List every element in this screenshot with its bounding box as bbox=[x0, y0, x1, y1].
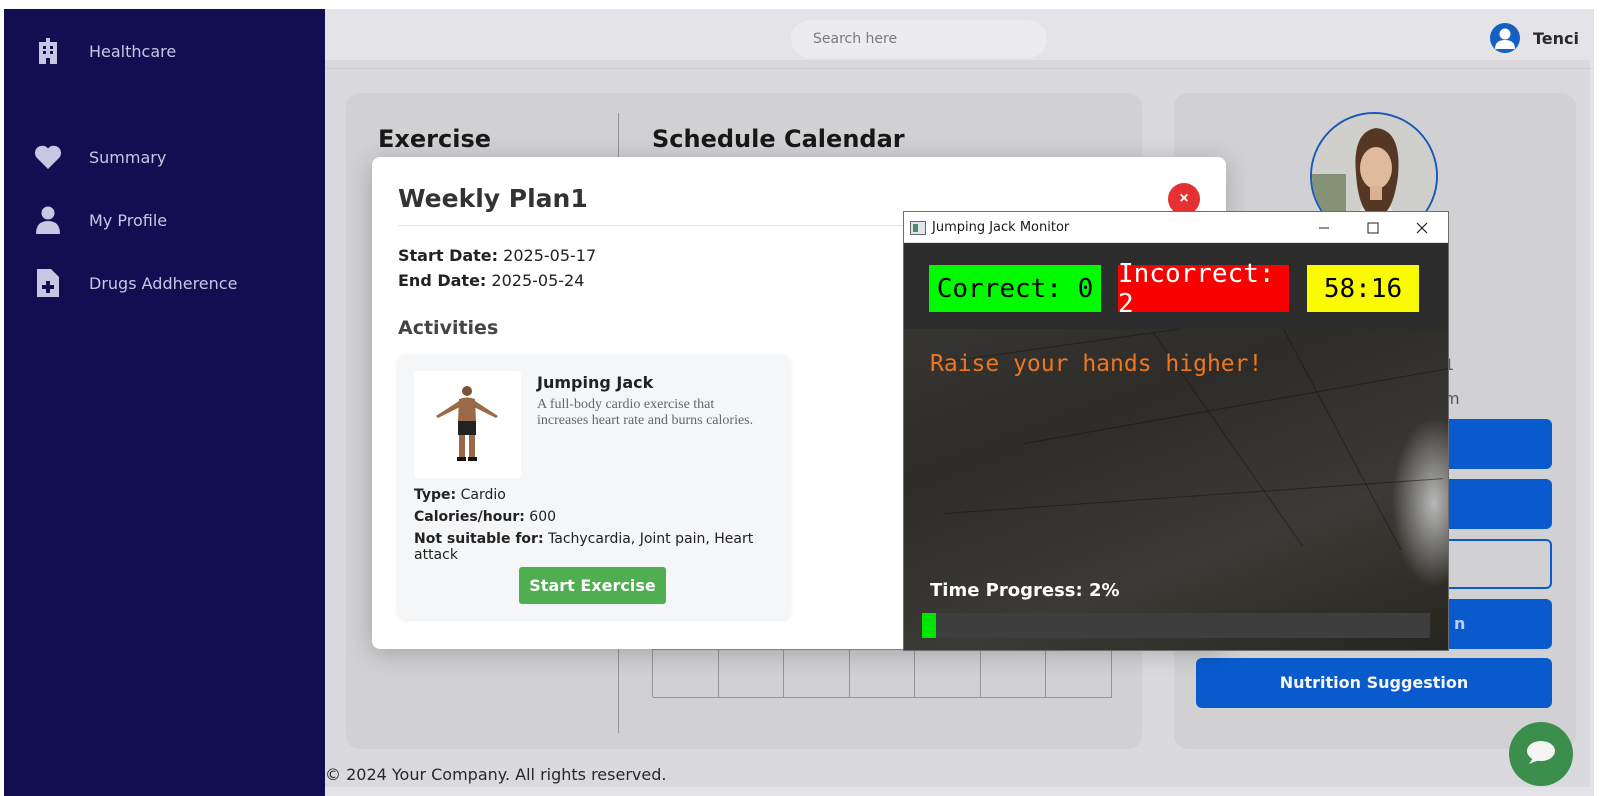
end-date-label: End Date: bbox=[398, 271, 487, 290]
window-title: Jumping Jack Monitor bbox=[932, 220, 1070, 235]
countdown-timer: 58:16 bbox=[1307, 265, 1419, 312]
time-progress-bar bbox=[922, 613, 1430, 638]
activity-calories-row: Calories/hour: 600 bbox=[414, 509, 556, 525]
jumping-jack-monitor-window: Jumping Jack Monitor Correct: 0 Incorrec… bbox=[903, 211, 1449, 651]
end-date-row: End Date: 2025-05-24 bbox=[398, 271, 584, 290]
start-date-value: 2025-05-17 bbox=[503, 246, 597, 265]
start-exercise-button[interactable]: Start Exercise bbox=[519, 567, 666, 604]
calories-value: 600 bbox=[529, 509, 557, 525]
user-icon bbox=[32, 204, 64, 236]
exercise-image bbox=[414, 371, 521, 478]
activity-description: A full-body cardio exercise that increas… bbox=[537, 397, 754, 428]
brand-label: Healthcare bbox=[89, 41, 177, 61]
type-label: Type: bbox=[414, 487, 457, 503]
maximize-icon[interactable] bbox=[1349, 212, 1397, 243]
sidebar-item-drugs-addherence[interactable]: Drugs Addherence bbox=[4, 261, 325, 305]
sidebar-item-label: Drugs Addherence bbox=[89, 273, 238, 293]
end-date-value: 2025-05-24 bbox=[491, 271, 585, 290]
activity-type-row: Type: Cardio bbox=[414, 487, 506, 503]
minimize-icon[interactable] bbox=[1300, 212, 1348, 243]
close-icon[interactable] bbox=[1398, 212, 1446, 243]
feedback-message: Raise your hands higher! bbox=[930, 351, 1263, 377]
sidebar-item-summary[interactable]: Summary bbox=[4, 135, 325, 179]
modal-title: Weekly Plan1 bbox=[398, 184, 588, 213]
type-value: Cardio bbox=[460, 487, 506, 503]
sidebar-brand[interactable]: Healthcare bbox=[4, 29, 325, 73]
camera-feed: Correct: 0 Incorrect: 2 58:16 Raise your… bbox=[904, 243, 1448, 650]
activity-not-suitable-row: Not suitable for: Tachycardia, Joint pai… bbox=[414, 531, 754, 563]
activities-heading: Activities bbox=[398, 317, 499, 339]
activity-card: Jumping Jack A full-body cardio exercise… bbox=[398, 355, 790, 619]
correct-count: Correct: 0 bbox=[929, 265, 1101, 312]
app-icon bbox=[910, 221, 926, 235]
hospital-icon bbox=[32, 35, 64, 67]
start-date-row: Start Date: 2025-05-17 bbox=[398, 246, 596, 265]
user-name[interactable]: Tenci bbox=[1533, 29, 1579, 48]
start-date-label: Start Date: bbox=[398, 246, 499, 265]
not-suitable-label: Not suitable for: bbox=[414, 531, 544, 547]
calories-label: Calories/hour: bbox=[414, 509, 525, 525]
sidebar: Healthcare Summary My Profile Drugs Addh… bbox=[4, 9, 325, 796]
medical-file-icon bbox=[32, 267, 64, 299]
sidebar-item-label: Summary bbox=[89, 147, 167, 167]
incorrect-count: Incorrect: 2 bbox=[1118, 259, 1289, 319]
sidebar-item-label: My Profile bbox=[89, 210, 168, 230]
activity-name: Jumping Jack bbox=[537, 373, 654, 392]
window-titlebar[interactable]: Jumping Jack Monitor bbox=[904, 212, 1448, 243]
time-progress-label: Time Progress: 2% bbox=[930, 580, 1120, 601]
heart-icon bbox=[32, 141, 64, 173]
account-icon[interactable] bbox=[1490, 23, 1520, 53]
time-progress-fill bbox=[922, 613, 936, 638]
sidebar-item-my-profile[interactable]: My Profile bbox=[4, 198, 325, 242]
search-input[interactable] bbox=[791, 20, 1047, 58]
